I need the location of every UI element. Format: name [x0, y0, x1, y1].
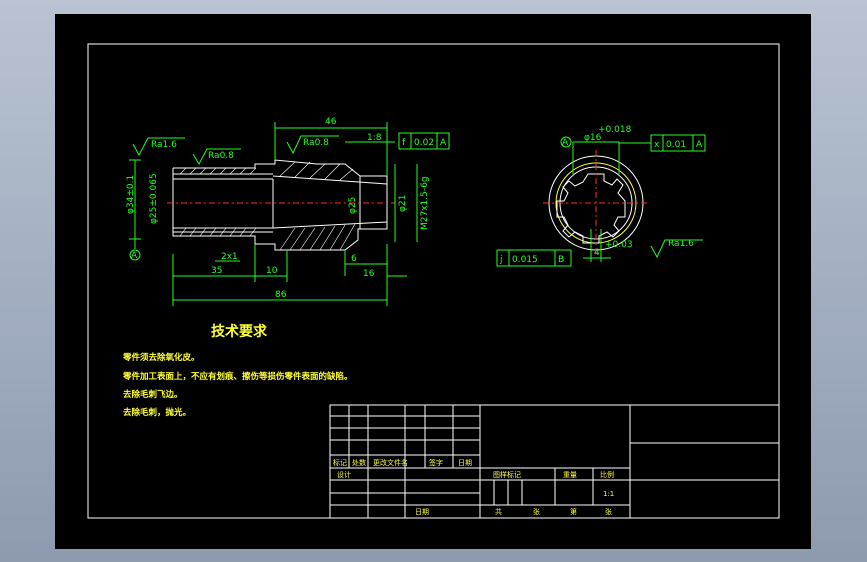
svg-text:x: x [654, 140, 660, 150]
shaft-front-view [167, 159, 395, 251]
dim-chamfer: 2x1 [221, 252, 238, 262]
svg-text:B: B [558, 255, 564, 265]
drawing-sheet: 46 1:8 Ra1.6 Ra0.8 Ra0.8 A φ34±0.1 φ25±0… [55, 14, 811, 549]
requirement-1: 零件须去除氧化皮。 [122, 352, 200, 363]
svg-text:1:1: 1:1 [603, 490, 614, 498]
requirement-2: 零件加工表面上，不应有划痕、擦伤等损伤零件表面的缺陷。 [122, 371, 353, 382]
svg-text:f: f [402, 138, 406, 148]
svg-text:j: j [499, 255, 503, 265]
section-phi16-tol: +0.018 [598, 125, 632, 135]
svg-text:0.02: 0.02 [414, 138, 434, 148]
requirements-title: 技术要求 [211, 323, 268, 340]
dim-phi21: φ21 [398, 195, 408, 212]
dim-86: 86 [275, 290, 287, 300]
svg-text:张: 张 [605, 507, 612, 516]
svg-text:0.015: 0.015 [512, 255, 538, 265]
dim-46: 46 [325, 117, 337, 127]
dim-taper: 1:8 [367, 133, 382, 143]
section-width-tol: +0.03 [605, 240, 633, 250]
technical-requirements: 技术要求 零件须去除氧化皮。 零件加工表面上，不应有划痕、擦伤等损伤零件表面的缺… [122, 323, 353, 418]
svg-text:日期: 日期 [458, 459, 472, 467]
svg-text:共: 共 [495, 507, 502, 516]
cad-drawing: 46 1:8 Ra1.6 Ra0.8 Ra0.8 A φ34±0.1 φ25±0… [87, 43, 780, 519]
tolerance-frame-3: j 0.015 B [496, 249, 572, 267]
dim-m27: M27x1.5-6g [420, 176, 430, 230]
section-width-4: 4 [594, 248, 600, 258]
svg-text:比例: 比例 [600, 470, 614, 479]
tolerance-frame-2: x 0.01 A [619, 134, 706, 152]
requirement-4: 去除毛刺，抛光。 [123, 407, 191, 418]
svg-text:标记: 标记 [333, 458, 347, 467]
svg-text:0.01: 0.01 [666, 140, 686, 150]
svg-text:第: 第 [570, 507, 577, 516]
section-ra16: Ra1.6 [668, 239, 694, 249]
svg-text:A: A [440, 138, 447, 148]
dim-phi25: φ25±0.065 [149, 173, 159, 224]
requirement-3: 去除毛刺飞边。 [123, 389, 183, 400]
inner-border [87, 43, 780, 519]
dim-10: 10 [266, 266, 278, 276]
svg-text:张: 张 [533, 507, 540, 516]
svg-text:处数: 处数 [352, 458, 366, 467]
section-datum-a: A [562, 138, 569, 148]
title-block: 标记 处数 更改文件名 签字 日期 设计 图样标记 重量 比例 1:1 日期 共… [329, 404, 780, 519]
svg-text:重量: 重量 [563, 471, 577, 479]
roughness-ra08-mid: Ra0.8 [208, 151, 234, 161]
datum-a-label: A [131, 251, 138, 261]
svg-text:更改文件名: 更改文件名 [373, 458, 408, 467]
svg-text:图样标记: 图样标记 [493, 470, 521, 479]
dim-6: 6 [351, 254, 357, 264]
dim-phi25b: φ25 [348, 197, 358, 214]
svg-text:日期: 日期 [415, 508, 429, 516]
tolerance-frame-1: f 0.02 A [398, 132, 450, 150]
svg-text:设计: 设计 [337, 470, 351, 479]
shaft-dimensions: 46 1:8 Ra1.6 Ra0.8 Ra0.8 A φ34±0.1 φ25±0… [126, 117, 450, 306]
dim-16: 16 [363, 269, 375, 279]
roughness-ra08-right: Ra0.8 [303, 138, 329, 148]
section-view: A φ16 +0.018 x 0.01 A j 0.015 B 4 +0.03 [496, 125, 706, 267]
svg-text:签字: 签字 [429, 458, 443, 467]
dim-phi34: φ34±0.1 [126, 175, 136, 214]
roughness-ra16-left: Ra1.6 [151, 140, 177, 150]
dim-35: 35 [211, 266, 222, 276]
svg-text:A: A [696, 140, 703, 150]
